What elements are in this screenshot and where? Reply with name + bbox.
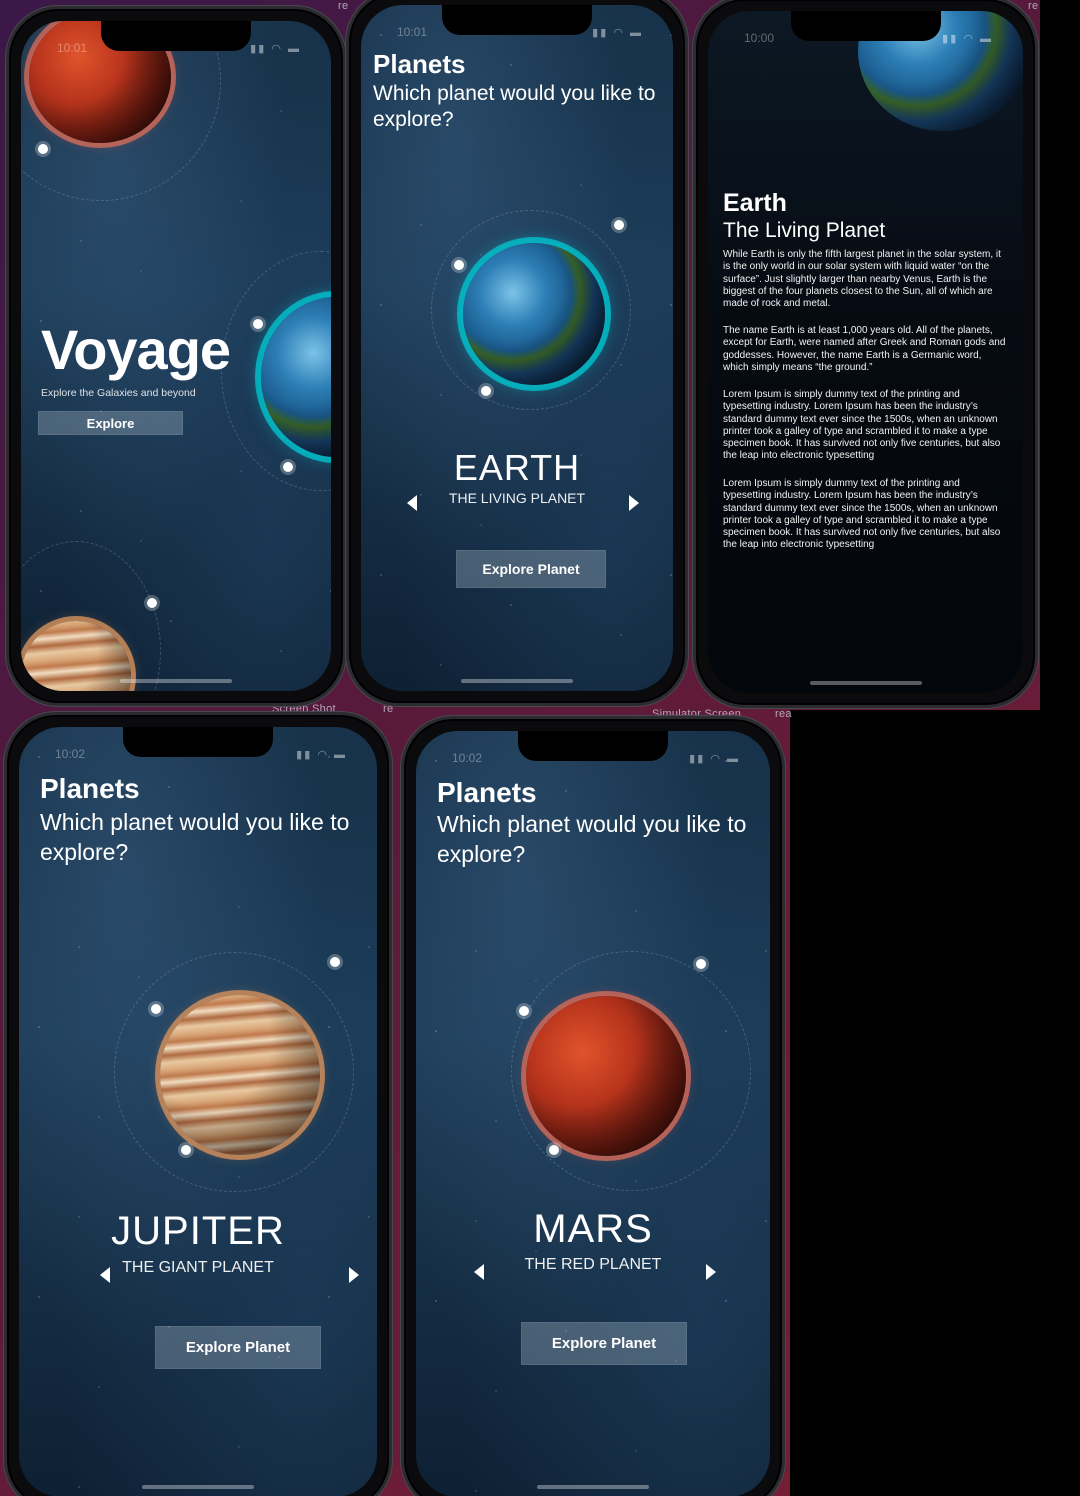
status-time: 10:02 — [55, 747, 86, 761]
planet-name: EARTH — [453, 447, 581, 488]
next-planet-arrow-icon[interactable] — [349, 1267, 359, 1283]
phone-voyage: 10:01 ▮▮ ◠ ▬ Voyage Explore the Galaxies… — [6, 6, 346, 706]
detail-paragraph: Lorem Ipsum is simply dummy text of the … — [723, 389, 1001, 462]
black-margin-bottom — [790, 710, 1080, 1496]
phone-detail: 10:00 ▮▮ ◠ ▬ Earth The Living Planet Whi… — [693, 0, 1038, 708]
status-time: 10:01 — [57, 41, 88, 55]
orbit-dot — [549, 1145, 559, 1155]
app-title: Voyage — [41, 318, 231, 381]
orbit-dot — [181, 1145, 191, 1155]
explore-button[interactable]: Explore — [38, 411, 183, 435]
explore-planet-button[interactable]: Explore Planet — [456, 550, 606, 588]
notch — [101, 21, 251, 51]
mars-planet-image — [526, 996, 686, 1156]
planets-screen-jupiter: 10:02 ▮▮ ◠ ▬ Planets Which planet would … — [19, 727, 377, 1496]
planets-screen-mars: 10:02 ▮▮ ◠ ▬ Planets Which planet would … — [416, 731, 770, 1496]
phone-mars: 10:02 ▮▮ ◠ ▬ Planets Which planet would … — [401, 716, 785, 1496]
previous-planet-arrow-icon[interactable] — [474, 1264, 484, 1280]
next-planet-arrow-icon[interactable] — [706, 1264, 716, 1280]
status-icons: ▮▮ ◠ ▬ — [250, 43, 301, 55]
page-question: Which planet would you like to explore? — [437, 811, 747, 867]
page-title: Planets — [437, 777, 537, 808]
planet-tagline: THE RED PLANET — [524, 1256, 662, 1273]
notch — [518, 731, 668, 761]
phone-earth: 10:01 ▮▮ ◠ ▬ Planets Which planet would … — [346, 0, 688, 706]
explore-planet-button[interactable]: Explore Planet — [521, 1322, 687, 1365]
orbit-dot — [481, 386, 491, 396]
next-planet-arrow-icon[interactable] — [629, 495, 639, 511]
orbit-dot — [519, 1006, 529, 1016]
previous-planet-arrow-icon[interactable] — [100, 1267, 110, 1283]
desktop-file-label[interactable]: rea — [775, 708, 792, 720]
planet-detail-title: Earth — [723, 189, 787, 217]
status-icons: ▮▮ ◠ ▬ — [689, 753, 740, 765]
planet-name: MARS — [533, 1207, 653, 1251]
orbit-dot — [38, 144, 48, 154]
orbit-dot — [151, 1004, 161, 1014]
app-subtitle: Explore the Galaxies and beyond — [41, 387, 196, 399]
orbit-dot — [147, 598, 157, 608]
status-icons: ▮▮ ◠ ▬ — [942, 33, 993, 45]
page-title: Planets — [40, 773, 140, 804]
planet-detail-subtitle: The Living Planet — [723, 219, 886, 242]
orbit-dot — [253, 319, 263, 329]
page-title: Planets — [373, 49, 466, 79]
planet-detail-screen: 10:00 ▮▮ ◠ ▬ Earth The Living Planet Whi… — [708, 11, 1023, 693]
desktop-file-label[interactable]: re — [338, 0, 348, 12]
orbit-dot — [614, 220, 624, 230]
explore-planet-button[interactable]: Explore Planet — [155, 1326, 321, 1369]
voyage-screen: 10:01 ▮▮ ◠ ▬ Voyage Explore the Galaxies… — [21, 21, 331, 691]
orbit-dot — [454, 260, 464, 270]
page-question: Which planet would you like to explore? — [373, 82, 656, 131]
orbit-dot — [330, 957, 340, 967]
detail-paragraph: The name Earth is at least 1,000 years o… — [723, 325, 1006, 373]
status-time: 10:02 — [452, 751, 483, 765]
planets-screen-earth: 10:01 ▮▮ ◠ ▬ Planets Which planet would … — [361, 5, 673, 691]
planet-tagline: THE GIANT PLANET — [122, 1259, 274, 1276]
orbit-dot — [696, 959, 706, 969]
home-indicator — [142, 1485, 254, 1489]
notch — [790, 11, 941, 41]
page-question: Which planet would you like to explore? — [40, 809, 350, 865]
black-margin-right — [1040, 0, 1080, 710]
detail-paragraph: While Earth is only the fifth largest pl… — [723, 249, 1001, 310]
jupiter-planet-image — [160, 995, 320, 1155]
status-icons: ▮▮ ◠ ▬ — [592, 27, 643, 39]
status-time: 10:01 — [397, 25, 428, 39]
phone-jupiter: 10:02 ▮▮ ◠ ▬ Planets Which planet would … — [4, 712, 392, 1496]
home-indicator — [461, 679, 573, 683]
home-indicator — [120, 679, 232, 683]
planet-name: JUPITER — [111, 1209, 285, 1253]
notch — [442, 5, 592, 35]
home-indicator — [809, 681, 922, 685]
previous-planet-arrow-icon[interactable] — [407, 495, 417, 511]
orbit-dot — [283, 462, 293, 472]
earth-planet-image — [463, 243, 605, 385]
detail-paragraph: Lorem Ipsum is simply dummy text of the … — [723, 478, 1001, 551]
status-icons: ▮▮ ◠ ▬ — [296, 749, 347, 761]
status-time: 10:00 — [744, 31, 775, 45]
notch — [123, 727, 273, 757]
desktop-file-label[interactable]: re — [1028, 0, 1038, 12]
home-indicator — [537, 1485, 649, 1489]
